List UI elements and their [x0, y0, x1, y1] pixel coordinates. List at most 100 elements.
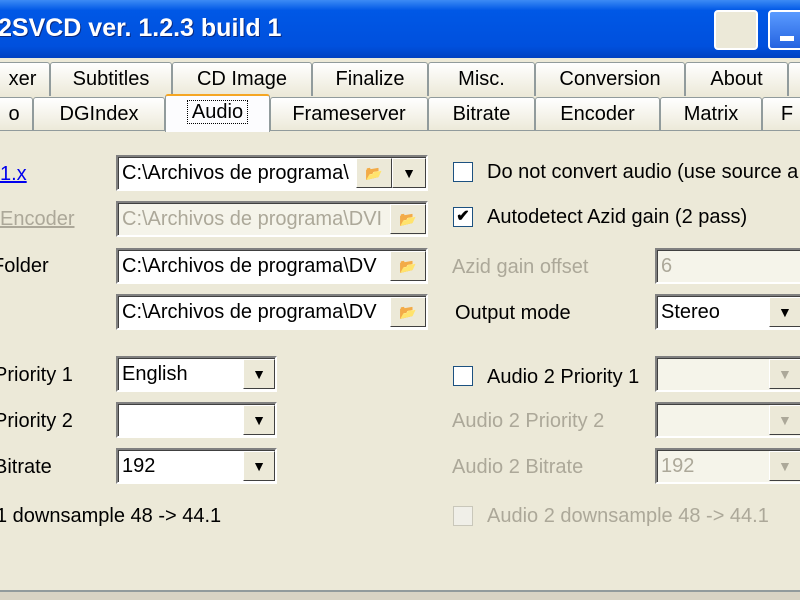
- encoder2-link[interactable]: Encoder: [0, 208, 75, 231]
- minimize-button[interactable]: [768, 10, 800, 50]
- output-mode-label: Output mode: [455, 302, 571, 324]
- path4-value: C:\Archivos de programa\DV: [122, 301, 377, 323]
- tab-cd-image[interactable]: CD Image: [172, 62, 312, 96]
- tab-label: Finalize: [335, 68, 405, 90]
- audio2-bitrate-label: Audio 2 Bitrate: [452, 456, 584, 478]
- priority1-label: Priority 1: [0, 364, 73, 386]
- chevron-down-icon: ▼: [252, 458, 266, 474]
- dropdown-button[interactable]: ▼: [243, 451, 275, 481]
- dropdown-button[interactable]: ▼: [392, 158, 426, 188]
- tab-encoder[interactable]: Encoder: [535, 97, 660, 131]
- priority1-select[interactable]: English ▼: [116, 356, 277, 392]
- tab-label: Encoder: [560, 103, 635, 125]
- chevron-down-icon: ▼: [252, 366, 266, 382]
- priority2-label: Priority 2: [0, 410, 73, 432]
- tab-label: Bitrate: [452, 103, 511, 125]
- folder-open-icon: 📂: [399, 304, 417, 320]
- autodetect-label[interactable]: Autodetect Azid gain (2 pass): [487, 206, 747, 229]
- tab-bitrate[interactable]: Bitrate: [428, 97, 535, 131]
- chevron-down-icon: ▼: [778, 366, 792, 382]
- output-mode-value: Stereo: [661, 301, 720, 323]
- tab-label: o: [8, 103, 20, 125]
- folder-open-icon: 📂: [399, 211, 417, 227]
- bitrate-label: Bitrate: [0, 456, 52, 478]
- tab-f[interactable]: F: [762, 97, 800, 131]
- chevron-down-icon: ▼: [778, 412, 792, 428]
- chevron-down-icon: ▼: [778, 304, 792, 320]
- tab-label: F: [780, 103, 794, 125]
- encoder2-path-field[interactable]: C:\Archivos de programa\DVI 📂: [116, 201, 428, 237]
- downsample-label[interactable]: 1 downsample 48 -> 44.1: [0, 505, 221, 528]
- path4-field[interactable]: C:\Archivos de programa\DV 📂: [116, 294, 428, 330]
- tab-finalize[interactable]: Finalize: [312, 62, 428, 96]
- tab-frameserver[interactable]: Frameserver: [270, 97, 428, 131]
- no-convert-label[interactable]: Do not convert audio (use source a: [487, 161, 798, 184]
- minimize-icon: [780, 36, 794, 41]
- dropdown-button[interactable]: ▼: [243, 405, 275, 435]
- tab-about[interactable]: About: [685, 62, 788, 96]
- folder-open-icon: 📂: [365, 165, 383, 181]
- browse-folder-button[interactable]: 📂: [390, 297, 426, 327]
- encoder-path-field[interactable]: C:\Archivos de programa\ 📂 ▼: [116, 155, 428, 191]
- tab-label: xer: [8, 68, 37, 90]
- tab-subtitles[interactable]: Subtitles: [50, 62, 172, 96]
- audio2-priority2-label: Audio 2 Priority 2: [452, 410, 605, 432]
- audio2-priority1-checkbox[interactable]: [453, 366, 473, 386]
- encoder2-path-value: C:\Archivos de programa\DVI: [122, 208, 383, 230]
- bitrate-select[interactable]: 192 ▼: [116, 448, 277, 484]
- tab-label: DGIndex: [59, 103, 139, 125]
- dropdown-button[interactable]: ▼: [769, 359, 800, 389]
- chevron-down-icon: ▼: [252, 412, 266, 428]
- folder-path-field[interactable]: C:\Archivos de programa\DV 📂: [116, 248, 428, 284]
- dropdown-button[interactable]: ▼: [243, 359, 275, 389]
- audio2-priority1-label[interactable]: Audio 2 Priority 1: [487, 366, 639, 389]
- tab-label: CD Image: [196, 68, 288, 90]
- encoder-path-value: C:\Archivos de programa\: [122, 162, 349, 184]
- tab-more[interactable]: [788, 62, 800, 96]
- audio2-downsample-label[interactable]: Audio 2 downsample 48 -> 44.1: [487, 505, 769, 528]
- tab-matrix[interactable]: Matrix: [660, 97, 762, 131]
- tab-label: Misc.: [458, 68, 505, 90]
- folder-label: Folder: [0, 255, 49, 277]
- dropdown-button[interactable]: ▼: [769, 297, 800, 327]
- output-mode-select[interactable]: Stereo ▼: [655, 294, 800, 330]
- window-bottom-border: [0, 590, 800, 600]
- dropdown-button[interactable]: ▼: [769, 405, 800, 435]
- bitrate-value: 192: [122, 455, 156, 477]
- tab-label: Matrix: [683, 103, 739, 125]
- tab-misc-[interactable]: Misc.: [428, 62, 535, 96]
- check-icon: ✔: [456, 208, 470, 225]
- tab-xer[interactable]: xer: [0, 62, 50, 96]
- tab-o[interactable]: o: [0, 97, 33, 131]
- priority1-value: English: [122, 363, 188, 385]
- audio2-bitrate-value: 192: [661, 455, 695, 477]
- tab-dgindex[interactable]: DGIndex: [33, 97, 165, 131]
- browse-folder-button[interactable]: 📂: [356, 158, 392, 188]
- audio2-downsample-checkbox[interactable]: [453, 506, 473, 526]
- audio2-priority2-select[interactable]: ▼: [655, 402, 800, 438]
- tab-label: Conversion: [559, 68, 661, 90]
- window-title: 2SVCD ver. 1.2.3 build 1: [0, 14, 282, 42]
- priority2-select[interactable]: ▼: [116, 402, 277, 438]
- browse-folder-button[interactable]: 📂: [390, 204, 426, 234]
- tab-label: Audio: [186, 100, 249, 124]
- encoder-link[interactable]: 1.x: [0, 163, 27, 186]
- autodetect-checkbox[interactable]: ✔: [453, 207, 473, 227]
- audio2-priority1-select[interactable]: ▼: [655, 356, 800, 392]
- chevron-down-icon: ▼: [402, 165, 416, 181]
- folder-open-icon: 📂: [399, 258, 417, 274]
- browse-folder-button[interactable]: 📂: [390, 251, 426, 281]
- dropdown-button[interactable]: ▼: [769, 451, 800, 481]
- no-convert-checkbox[interactable]: [453, 162, 473, 182]
- title-bar: 2SVCD ver. 1.2.3 build 1: [0, 0, 800, 58]
- tab-label: Subtitles: [72, 68, 150, 90]
- azid-offset-label: Azid gain offset: [452, 256, 589, 278]
- tab-audio[interactable]: Audio: [165, 94, 270, 132]
- azid-offset-input[interactable]: 6: [655, 248, 800, 284]
- tab-label: About: [710, 68, 763, 90]
- audio2-bitrate-select[interactable]: 192 ▼: [655, 448, 800, 484]
- help-button[interactable]: [714, 10, 758, 50]
- folder-path-value: C:\Archivos de programa\DV: [122, 255, 377, 277]
- tab-label: Frameserver: [292, 103, 406, 125]
- tab-conversion[interactable]: Conversion: [535, 62, 685, 96]
